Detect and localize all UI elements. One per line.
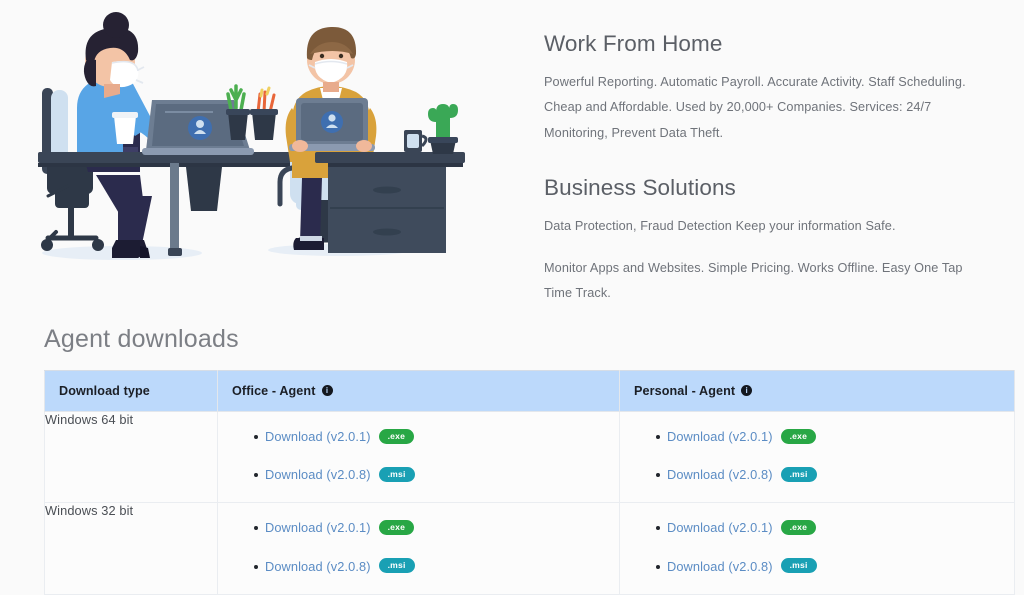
list-item: Download (v2.0.1) .exe bbox=[620, 428, 1014, 446]
download-link[interactable]: Download (v2.0.1) bbox=[667, 520, 773, 535]
table-row: Windows 32 bit Download (v2.0.1) .exe Dow… bbox=[44, 502, 1015, 595]
cell-personal-agent: Download (v2.0.1) .exe Download (v2.0.8).… bbox=[619, 410, 1015, 504]
file-type-badge: .exe bbox=[378, 519, 415, 535]
download-link[interactable]: Download (v2.0.8) bbox=[667, 467, 773, 482]
hero-paragraph-data-protection: Data Protection, Fraud Detection Keep yo… bbox=[544, 219, 896, 234]
file-type-badge: .exe bbox=[780, 428, 817, 444]
column-header-label: Download type bbox=[59, 384, 150, 398]
cactus-plant bbox=[428, 104, 458, 154]
cell-office-agent: Download (v2.0.1) .exe Download (v2.0.8).… bbox=[217, 502, 620, 595]
cell-download-type: Windows 32 bit bbox=[44, 502, 218, 595]
file-type-badge: .msi bbox=[780, 466, 817, 482]
file-type-badge: .msi bbox=[780, 558, 817, 574]
download-list-office: Download (v2.0.1) .exe Download (v2.0.8).… bbox=[218, 503, 619, 593]
download-list-personal: Download (v2.0.1) .exe Download (v2.0.8).… bbox=[620, 412, 1014, 502]
download-link[interactable]: Download (v2.0.8) bbox=[265, 559, 371, 574]
cell-download-type: Windows 64 bit bbox=[44, 410, 218, 504]
cell-personal-agent: Download (v2.0.1) .exe Download (v2.0.8).… bbox=[619, 502, 1015, 595]
table-row: Windows 64 bit Download (v2.0.1) .exe Dow… bbox=[44, 410, 1015, 504]
list-item: Download (v2.0.1) .exe bbox=[218, 428, 619, 446]
agent-downloads-section: Agent downloads Download type Office - A… bbox=[0, 300, 1024, 595]
hero-paragraph-monitor-apps: Monitor Apps and Websites. Simple Pricin… bbox=[544, 260, 963, 301]
column-header-personal-agent: Personal - Agent i bbox=[619, 370, 1015, 412]
desk-right-cabinet bbox=[315, 152, 465, 253]
trash-bin bbox=[186, 167, 222, 211]
column-header-download-type: Download type bbox=[44, 370, 218, 412]
file-type-badge: .exe bbox=[378, 428, 415, 444]
download-list-personal: Download (v2.0.1) .exe Download (v2.0.8).… bbox=[620, 503, 1014, 593]
download-link[interactable]: Download (v2.0.8) bbox=[667, 559, 773, 574]
download-link[interactable]: Download (v2.0.1) bbox=[667, 429, 773, 444]
download-link[interactable]: Download (v2.0.8) bbox=[265, 467, 371, 482]
list-item: Download (v2.0.8) .msi bbox=[620, 466, 1014, 484]
work-from-home-illustration bbox=[0, 0, 500, 290]
column-header-label: Office - Agent bbox=[232, 384, 316, 398]
file-type-badge: .exe bbox=[780, 519, 817, 535]
hero-copy: Work From Home Powerful Reporting. Autom… bbox=[500, 0, 1024, 306]
list-item: Download (v2.0.1) .exe bbox=[620, 519, 1014, 537]
agent-downloads-table: Download type Office - Agent i Personal -… bbox=[44, 370, 1015, 595]
hero-paragraph-work-from-home: Powerful Reporting. Automatic Payroll. A… bbox=[544, 75, 966, 140]
file-type-badge: .msi bbox=[378, 466, 415, 482]
list-item: Download (v2.0.8) .msi bbox=[218, 558, 619, 576]
hero-section: Work From Home Powerful Reporting. Autom… bbox=[0, 0, 1024, 300]
download-link[interactable]: Download (v2.0.1) bbox=[265, 520, 371, 535]
hero-title-work-from-home: Work From Home bbox=[544, 31, 723, 56]
pencil-cup bbox=[250, 86, 278, 140]
info-icon-personal-agent[interactable]: i bbox=[741, 385, 753, 397]
file-type-badge: .msi bbox=[378, 558, 415, 574]
list-item: Download (v2.0.1) .exe bbox=[218, 519, 619, 537]
table-header-row: Download type Office - Agent i Personal -… bbox=[44, 370, 1015, 412]
list-item: Download (v2.0.8) .msi bbox=[218, 466, 619, 484]
info-icon-office-agent[interactable]: i bbox=[321, 385, 333, 397]
download-list-office: Download (v2.0.1) .exe Download (v2.0.8).… bbox=[218, 412, 619, 502]
page-title: Agent downloads bbox=[44, 325, 239, 353]
cell-office-agent: Download (v2.0.1) .exe Download (v2.0.8).… bbox=[217, 410, 620, 504]
page-root: Work From Home Powerful Reporting. Autom… bbox=[0, 0, 1024, 595]
download-link[interactable]: Download (v2.0.1) bbox=[265, 429, 371, 444]
column-header-office-agent: Office - Agent i bbox=[217, 370, 620, 412]
hero-title-business-solutions: Business Solutions bbox=[544, 175, 736, 201]
list-item: Download (v2.0.8) .msi bbox=[620, 558, 1014, 576]
column-header-label: Personal - Agent bbox=[634, 384, 736, 398]
desk-mug bbox=[404, 130, 428, 152]
